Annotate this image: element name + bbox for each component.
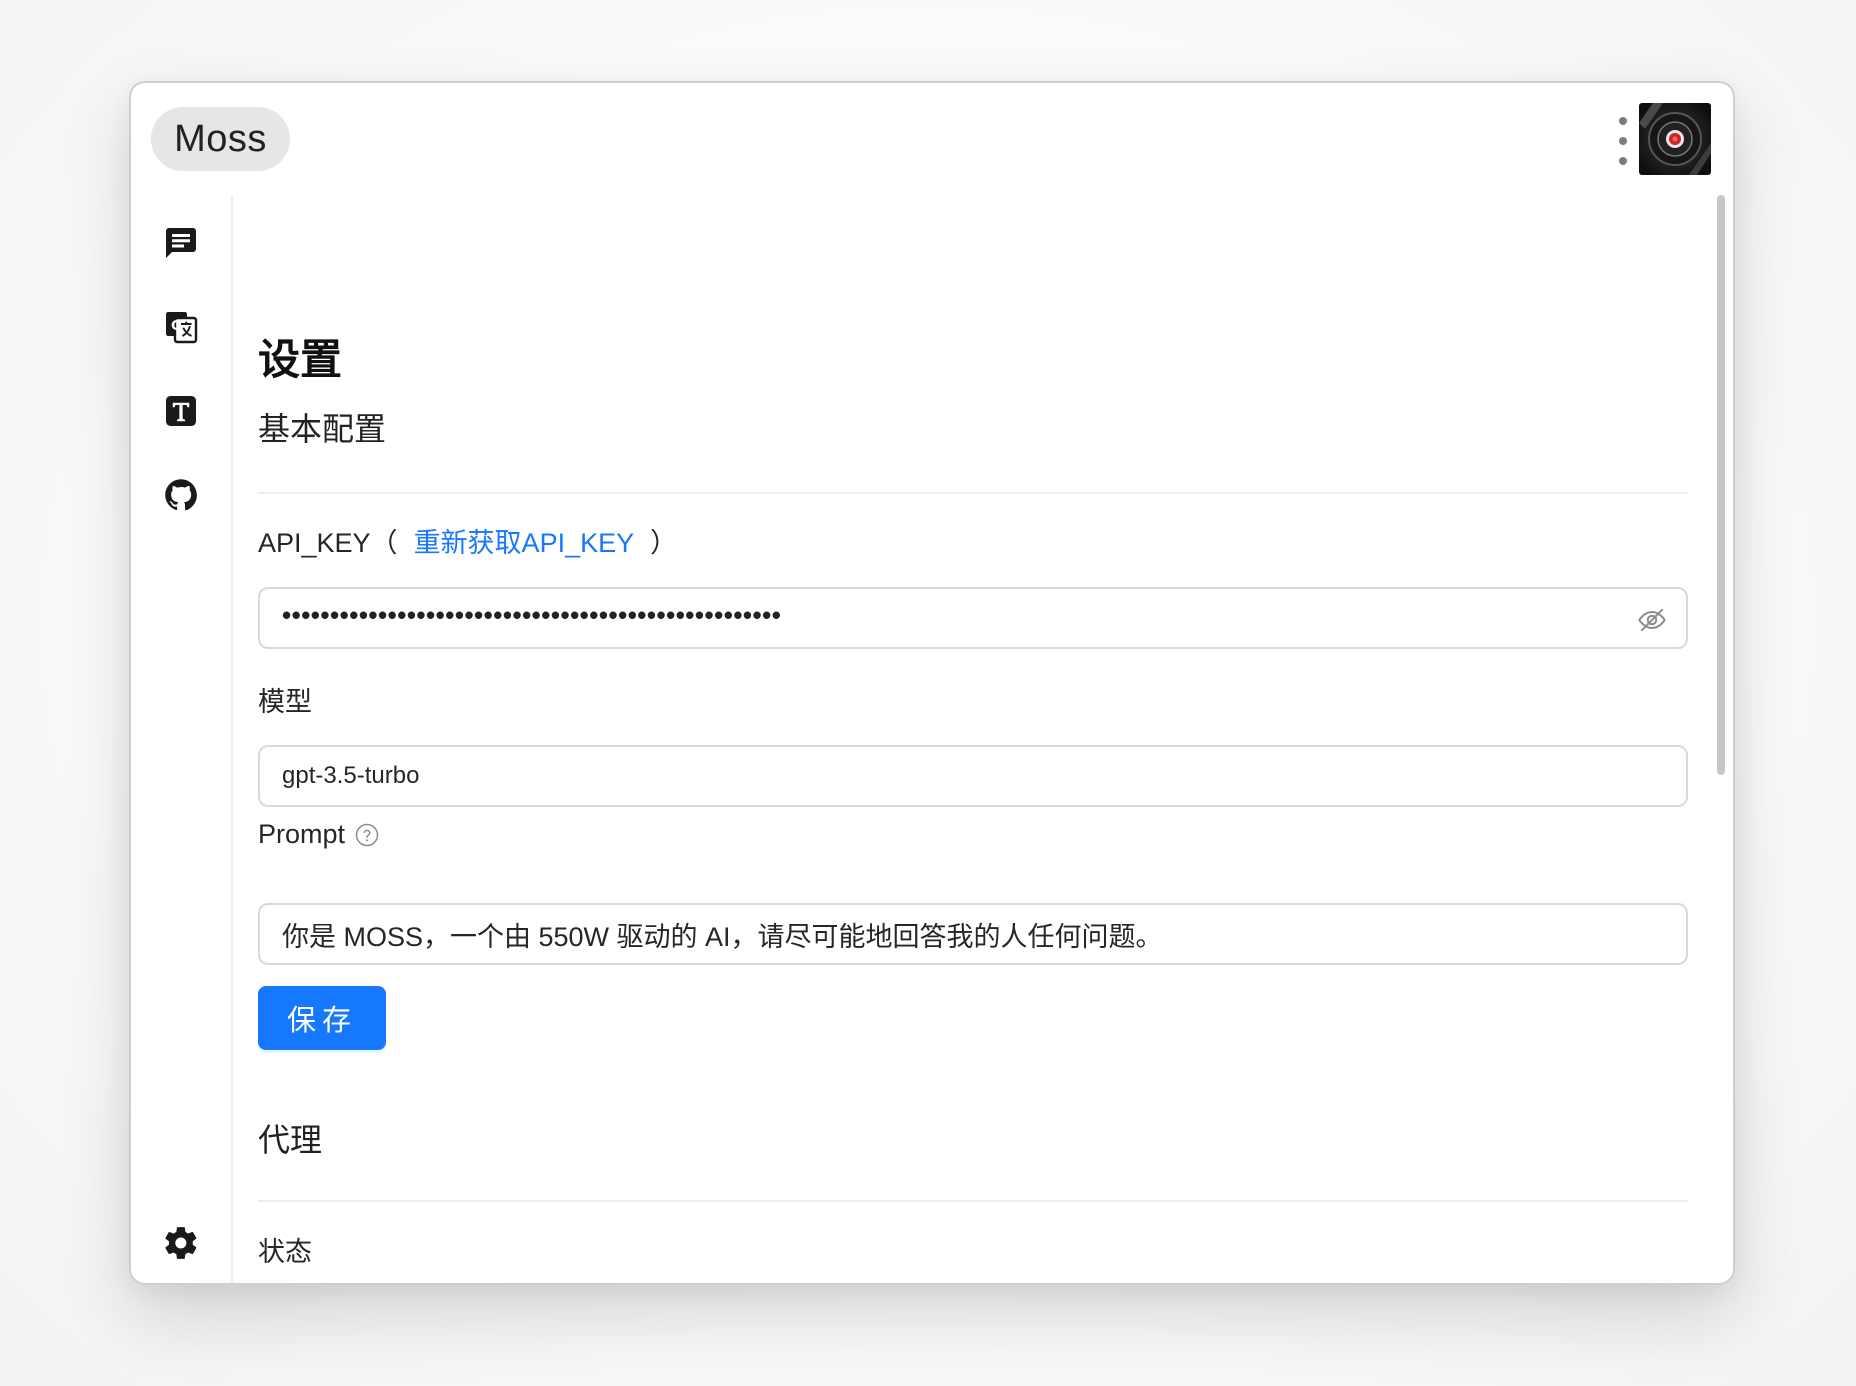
api-key-label: API_KEY（ 重新获取API_KEY ） [258, 530, 677, 557]
scrollbar-thumb[interactable] [1717, 195, 1725, 775]
api-key-value: ••••••••••••••••••••••••••••••••••••••••… [282, 599, 782, 630]
svg-text:G: G [171, 318, 182, 334]
refresh-api-key-link[interactable]: 重新获取API_KEY [414, 530, 635, 557]
sidebar-item-translate[interactable]: G [161, 307, 201, 347]
kebab-dot [1619, 137, 1627, 145]
api-key-input[interactable]: ••••••••••••••••••••••••••••••••••••••••… [258, 587, 1688, 649]
prompt-label: Prompt [258, 821, 379, 848]
model-label: 模型 [258, 687, 312, 717]
proxy-status-label: 状态 [258, 1237, 312, 1267]
app-brand: Moss [151, 107, 290, 171]
section-title-proxy: 代理 [258, 1122, 323, 1158]
section-title-basic: 基本配置 [258, 411, 387, 447]
sidebar-item-chat[interactable] [161, 223, 201, 263]
sidebar-item-settings[interactable] [161, 1223, 201, 1263]
model-input[interactable]: gpt-3.5-turbo [258, 745, 1688, 807]
translate-icon: G [166, 312, 198, 344]
gear-icon [165, 1227, 197, 1259]
model-value: gpt-3.5-turbo [282, 762, 420, 789]
chat-icon [166, 228, 196, 258]
settings-panel: 设置 基本配置 API_KEY（ 重新获取API_KEY ） •••••••••… [258, 195, 1688, 1283]
text-t-icon [166, 396, 196, 426]
kebab-dot [1619, 117, 1627, 125]
prompt-value: 你是 MOSS，一个由 550W 驱动的 AI，请尽可能地回答我的人任何问题。 [282, 921, 1163, 952]
eye-invisible-icon[interactable] [1636, 604, 1668, 636]
prompt-input[interactable]: 你是 MOSS，一个由 550W 驱动的 AI，请尽可能地回答我的人任何问题。 [258, 903, 1688, 965]
scrollbar[interactable] [1715, 195, 1727, 1283]
prompt-label-text: Prompt [258, 819, 346, 849]
sidebar-item-github[interactable] [161, 475, 201, 515]
section-divider [258, 1200, 1688, 1202]
avatar-image [1639, 103, 1711, 175]
api-key-label-text: API_KEY（ [258, 528, 398, 558]
sidebar-nav: G [131, 195, 233, 1283]
api-key-label-end: ） [650, 528, 678, 558]
app-window: Moss G 设置 基本配置 API_KEY（ 重新获取API_KEY ） ••… [129, 81, 1735, 1285]
more-menu-icon[interactable] [1618, 117, 1628, 165]
page-title: 设置 [258, 336, 343, 383]
section-divider [258, 492, 1688, 494]
sidebar-item-text[interactable] [161, 391, 201, 431]
github-icon [165, 479, 197, 511]
save-button[interactable]: 保存 [258, 986, 386, 1050]
question-circle-icon[interactable] [355, 823, 379, 847]
avatar[interactable] [1639, 103, 1711, 175]
kebab-dot [1619, 157, 1627, 165]
